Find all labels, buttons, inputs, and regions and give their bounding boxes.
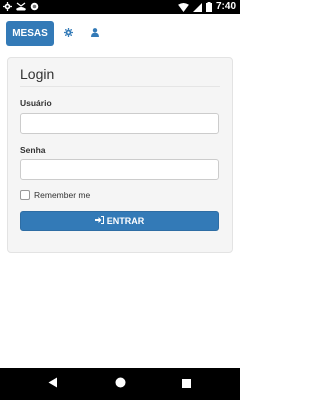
missed-call-icon: [16, 2, 26, 11]
circle-icon: [30, 2, 39, 11]
password-input[interactable]: [20, 159, 219, 180]
remember-checkbox[interactable]: [20, 190, 30, 200]
clock-time: 7:40: [215, 1, 236, 12]
recents-icon: [181, 375, 191, 393]
back-button[interactable]: [46, 377, 60, 391]
back-icon: [48, 375, 58, 393]
remember-me[interactable]: Remember me: [20, 190, 90, 200]
password-label: Senha: [20, 145, 46, 155]
battery-icon: [205, 2, 212, 12]
top-nav: MESAS: [0, 14, 240, 52]
user-icon: [91, 24, 99, 42]
tab-settings[interactable]: [62, 27, 74, 39]
gear-icon: [3, 2, 12, 11]
username-input[interactable]: [20, 113, 219, 134]
android-nav-bar: [0, 368, 240, 400]
title-divider: [20, 86, 220, 87]
submit-label: ENTRAR: [106, 216, 145, 226]
remember-label: Remember me: [34, 190, 91, 200]
username-label: Usuário: [20, 98, 52, 108]
tab-mesas[interactable]: MESAS: [6, 21, 54, 46]
sign-in-icon: [94, 216, 104, 226]
login-panel: Login Usuário Senha Remember me ENTRAR: [7, 57, 233, 253]
gear-icon: [63, 24, 73, 42]
home-icon: [115, 375, 126, 393]
tab-user[interactable]: [89, 27, 101, 39]
home-button[interactable]: [113, 377, 127, 391]
tab-mesas-label: MESAS: [12, 28, 48, 39]
wifi-icon: [178, 2, 189, 12]
panel-title: Login: [20, 66, 55, 82]
submit-button[interactable]: ENTRAR: [20, 211, 219, 231]
signal-icon: [192, 2, 202, 12]
status-bar: 7:40: [0, 0, 240, 14]
recents-button[interactable]: [179, 377, 193, 391]
